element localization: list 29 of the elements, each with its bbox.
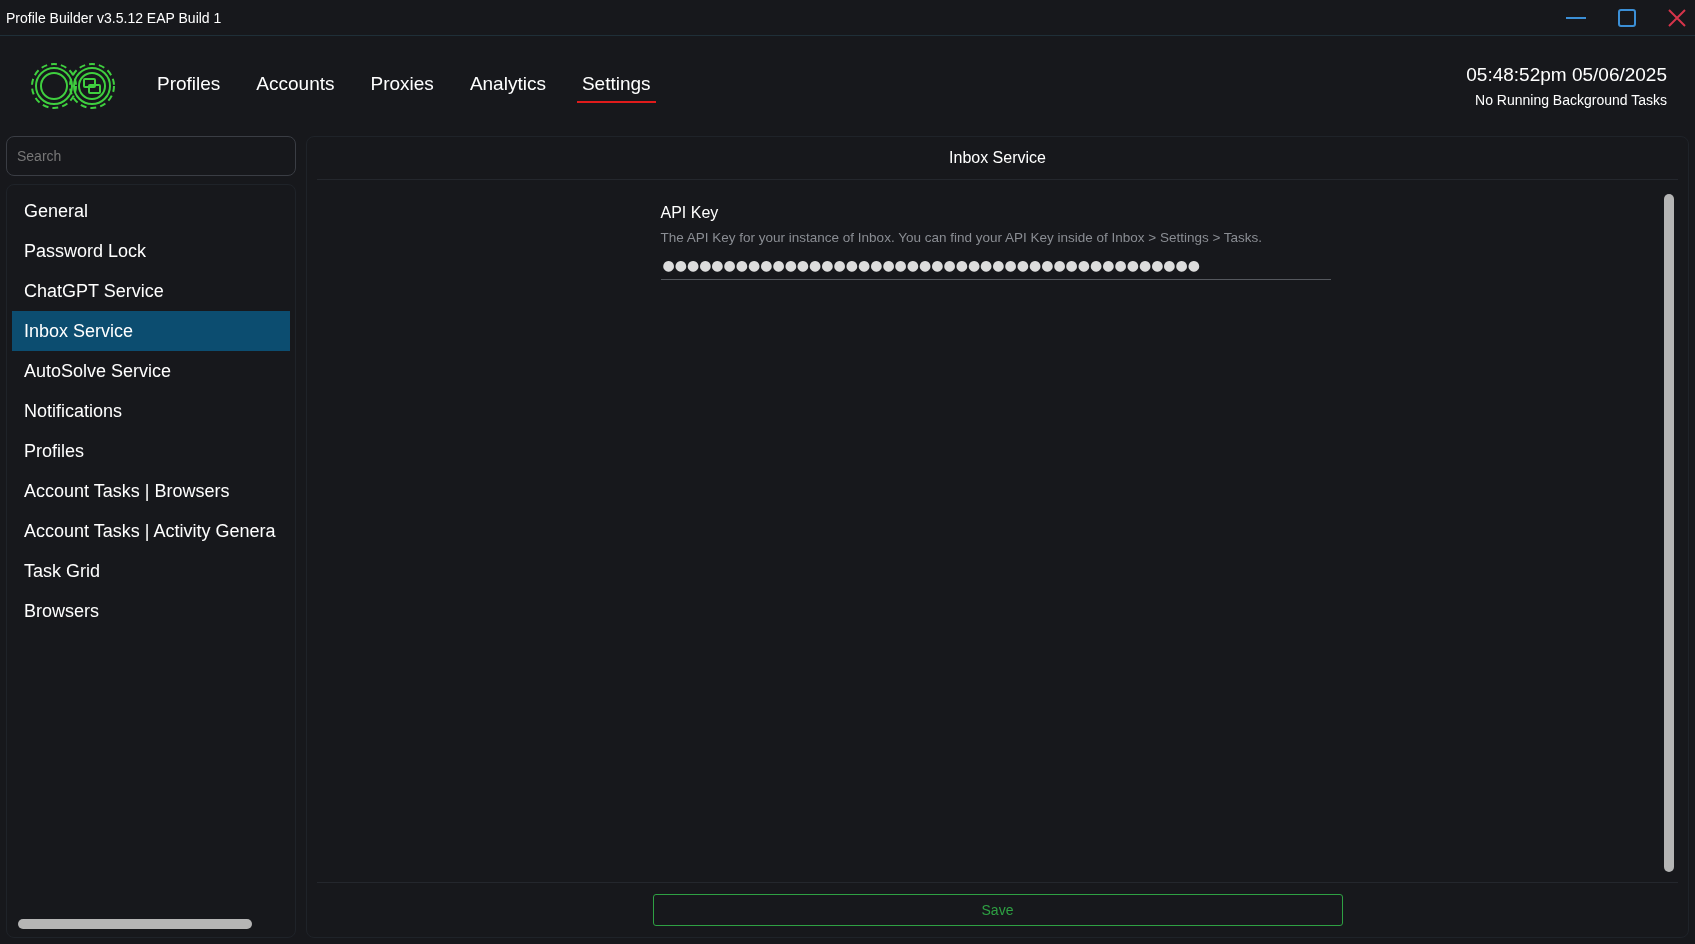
sidebar-item[interactable]: AutoSolve Service [12,351,290,391]
nav-tab[interactable]: Analytics [464,69,551,103]
field-label: API Key [660,204,720,222]
background-tasks-status: No Running Background Tasks [1475,92,1667,108]
search-field[interactable]: Search [6,136,296,176]
sidebar-item[interactable]: Password Lock [12,231,290,271]
field-description: The API Key for your instance of Inbox. You can find your API Key inside of Inbox > Settings > Tasks. [660,230,1264,245]
date-time: 05:48:52pm 05/06/2025 [1466,64,1667,86]
nav-tab[interactable]: Profiles [152,69,226,103]
sidebar-item[interactable]: Account Tasks | Browsers [12,471,290,511]
api-key-field[interactable]: ●●●●●●●●●●●●●●●●●●●●●●●●●●●●●●●●●●●●●●●●●●●● [660,253,1331,280]
close-icon[interactable] [1667,7,1687,28]
window-title: Profile Builder v3.5.12 EAP Build 1 [6,9,222,26]
sidebar-item[interactable]: Profiles [12,431,290,471]
sidebar-item[interactable]: Inbox Service [12,311,290,351]
sidebar-item[interactable]: General [12,191,290,231]
vertical-scrollbar[interactable] [1664,194,1674,872]
sidebar-item[interactable]: Browsers [12,591,290,631]
sidebar-item[interactable]: Notifications [12,391,290,431]
horizontal-scrollbar[interactable] [18,919,252,929]
save-button[interactable]: Save [652,894,1343,926]
nav-tab[interactable]: Accounts [251,69,340,103]
maximize-icon[interactable] [1617,7,1637,28]
panel-title: Inbox Service [317,137,1678,180]
sidebar-item[interactable]: ChatGPT Service [12,271,290,311]
sidebar-item[interactable]: Account Tasks | Activity Genera [12,511,290,551]
sidebar-item[interactable]: Task Grid [12,551,290,591]
nav-tab[interactable]: Settings [576,69,656,103]
nav-tab[interactable]: Proxies [365,69,439,103]
